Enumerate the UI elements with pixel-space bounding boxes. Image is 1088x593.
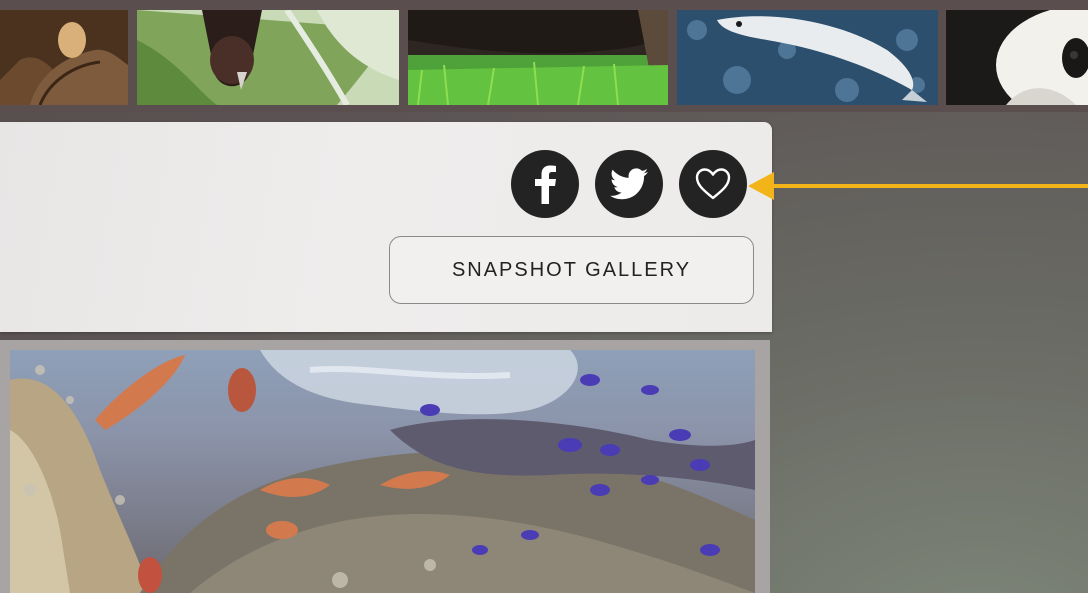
twitter-button[interactable]	[595, 150, 663, 218]
twitter-icon	[610, 168, 648, 200]
snapshot-gallery-button[interactable]: SNAPSHOT GALLERY	[389, 236, 754, 304]
arrow-indicator	[748, 172, 1088, 200]
favorite-button[interactable]	[679, 150, 747, 218]
thumbnail-elephant[interactable]	[0, 10, 128, 105]
thumbnail-fish[interactable]	[677, 10, 938, 105]
thumbnail-strip	[0, 0, 1088, 112]
live-cam-video[interactable]	[10, 350, 755, 593]
heart-icon	[694, 167, 732, 201]
thumbnail-grass-animal[interactable]	[408, 10, 668, 105]
thumbnail-panda[interactable]	[946, 10, 1088, 105]
thumbnail-bat[interactable]	[137, 10, 399, 105]
facebook-button[interactable]	[511, 150, 579, 218]
facebook-icon	[531, 164, 559, 204]
